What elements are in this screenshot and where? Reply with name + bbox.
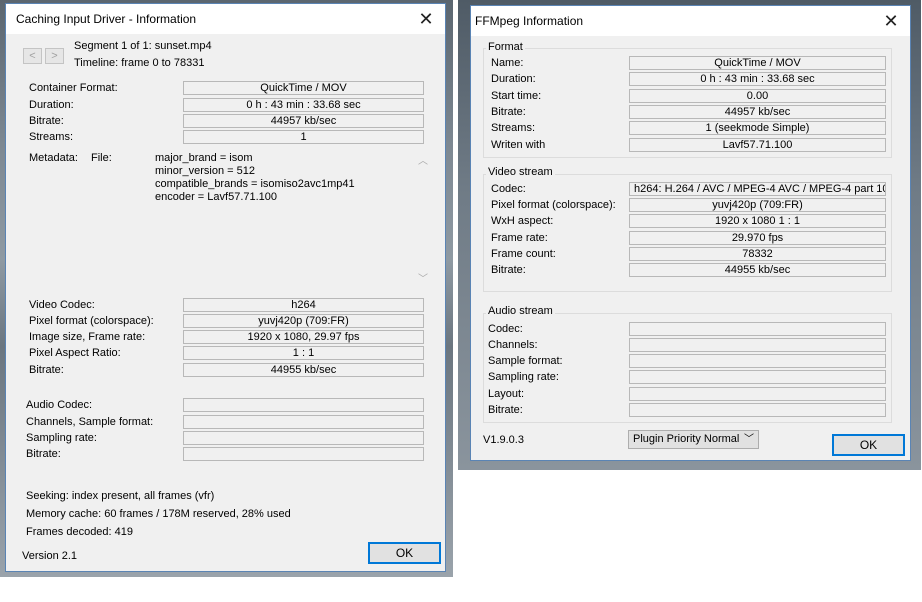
video-bitrate-label: Bitrate: <box>491 264 526 276</box>
sample-format-label: Sample format: <box>488 355 563 367</box>
container-format-field: QuickTime / MOV <box>183 81 424 95</box>
frame-rate-label: Frame rate: <box>491 232 548 244</box>
channels-label: Channels: <box>488 339 538 351</box>
frame-count-field: 78332 <box>629 247 886 261</box>
format-group-label: Format <box>486 41 525 53</box>
streams-field: 1 (seekmode Simple) <box>629 121 886 135</box>
frames-decoded-text: Frames decoded: 419 <box>26 526 134 538</box>
aspect-ratio-field: 1 : 1 <box>183 346 424 360</box>
start-time-field: 0.00 <box>629 89 886 103</box>
channels-field <box>183 415 424 429</box>
pixel-format-field: yuvj420p (709:FR) <box>183 314 424 328</box>
video-codec-field: h264 <box>183 298 424 312</box>
ffmpeg-information-dialog: FFMpeg Information ✕ Format Name: QuickT… <box>470 5 911 461</box>
close-icon[interactable]: ✕ <box>880 10 902 32</box>
frame-count-label: Frame count: <box>491 248 556 260</box>
scroll-up-icon[interactable]: ︿ <box>418 152 428 167</box>
pixel-format-field: yuvj420p (709:FR) <box>629 198 886 212</box>
video-codec-label: Video Codec: <box>29 299 95 311</box>
caching-input-driver-dialog: Caching Input Driver - Information ✕ < >… <box>5 3 446 572</box>
wxh-aspect-label: WxH aspect: <box>491 215 554 227</box>
audio-bitrate-field <box>183 447 424 461</box>
video-bitrate-field: 44955 kb/sec <box>629 263 886 277</box>
video-group-label: Video stream <box>486 166 555 178</box>
metadata-line: major_brand = isom <box>155 152 253 164</box>
bitrate-field: 44957 kb/sec <box>629 105 886 119</box>
video-bitrate-label: Bitrate: <box>29 364 64 376</box>
scroll-down-icon[interactable]: ﹀ <box>418 270 428 285</box>
audio-bitrate-label: Bitrate: <box>488 404 523 416</box>
duration-field: 0 h : 43 min : 33.68 sec <box>183 98 424 112</box>
image-size-field: 1920 x 1080, 29.97 fps <box>183 330 424 344</box>
audio-group-label: Audio stream <box>486 305 555 317</box>
version-text: Version 2.1 <box>22 550 78 562</box>
audio-codec-label: Audio Codec: <box>26 399 93 411</box>
ok-button[interactable]: OK <box>368 542 441 564</box>
writen-with-label: Writen with <box>491 139 546 151</box>
seeking-text: Seeking: index present, all frames (vfr) <box>26 490 215 502</box>
aspect-ratio-label: Pixel Aspect Ratio: <box>29 347 121 359</box>
streams-label: Streams: <box>29 131 74 143</box>
metadata-line: minor_version = 512 <box>155 165 255 177</box>
codec-label: Codec: <box>491 183 526 195</box>
bitrate-field: 44957 kb/sec <box>183 114 424 128</box>
channels-label: Channels, Sample format: <box>26 416 154 428</box>
segment-text: Segment 1 of 1: sunset.mp4 <box>74 40 212 52</box>
wxh-aspect-field: 1920 x 1080 1 : 1 <box>629 214 886 228</box>
window-title: FFMpeg Information <box>475 14 584 28</box>
audio-codec-field <box>183 398 424 412</box>
plugin-priority-select[interactable]: Plugin Priority Normal ﹀ <box>628 430 759 449</box>
duration-label: Duration: <box>29 99 74 111</box>
next-segment-button[interactable]: > <box>45 48 64 64</box>
chevron-down-icon: ﹀ <box>744 434 754 445</box>
streams-label: Streams: <box>491 122 536 134</box>
prev-segment-button[interactable]: < <box>23 48 42 64</box>
timeline-text: Timeline: frame 0 to 78331 <box>74 57 205 69</box>
version-text: V1.9.0.3 <box>483 434 524 446</box>
metadata-line: encoder = Lavf57.71.100 <box>155 191 278 203</box>
sampling-rate-field <box>183 431 424 445</box>
duration-label: Duration: <box>491 73 536 85</box>
codec-field: h264: H.264 / AVC / MPEG-4 AVC / MPEG-4 … <box>629 182 886 196</box>
start-time-label: Start time: <box>491 90 542 102</box>
writen-with-field: Lavf57.71.100 <box>629 138 886 152</box>
audio-codec-label: Codec: <box>488 323 523 335</box>
memory-cache-text: Memory cache: 60 frames / 178M reserved,… <box>26 508 291 520</box>
image-size-label: Image size, Frame rate: <box>29 331 146 343</box>
metadata-label: Metadata: <box>29 152 78 164</box>
plugin-priority-value: Plugin Priority Normal <box>633 433 740 445</box>
name-field: QuickTime / MOV <box>629 56 886 70</box>
frame-rate-field: 29.970 fps <box>629 231 886 245</box>
ok-button[interactable]: OK <box>832 434 905 456</box>
sampling-rate-label: Sampling rate: <box>488 371 559 383</box>
window-title: Caching Input Driver - Information <box>16 12 197 26</box>
audio-codec-field <box>629 322 886 336</box>
close-icon[interactable]: ✕ <box>415 8 437 30</box>
bitrate-label: Bitrate: <box>491 106 526 118</box>
layout-label: Layout: <box>488 388 525 400</box>
sampling-rate-label: Sampling rate: <box>26 432 97 444</box>
metadata-line: compatible_brands = isomiso2avc1mp41 <box>155 178 355 190</box>
bitrate-label: Bitrate: <box>29 115 64 127</box>
audio-bitrate-field <box>629 403 886 417</box>
layout-field <box>629 387 886 401</box>
pixel-format-label: Pixel format (colorspace): <box>29 315 154 327</box>
duration-field: 0 h : 43 min : 33.68 sec <box>629 72 886 86</box>
container-format-label: Container Format: <box>29 82 118 94</box>
title-bar: FFMpeg Information ✕ <box>471 6 910 36</box>
video-bitrate-field: 44955 kb/sec <box>183 363 424 377</box>
sample-format-field <box>629 354 886 368</box>
channels-field <box>629 338 886 352</box>
sampling-rate-field <box>629 370 886 384</box>
streams-field: 1 <box>183 130 424 144</box>
name-label: Name: <box>491 57 524 69</box>
title-bar: Caching Input Driver - Information ✕ <box>6 4 445 34</box>
pixel-format-label: Pixel format (colorspace): <box>491 199 616 211</box>
metadata-file-label: File: <box>91 152 112 164</box>
audio-bitrate-label: Bitrate: <box>26 448 61 460</box>
